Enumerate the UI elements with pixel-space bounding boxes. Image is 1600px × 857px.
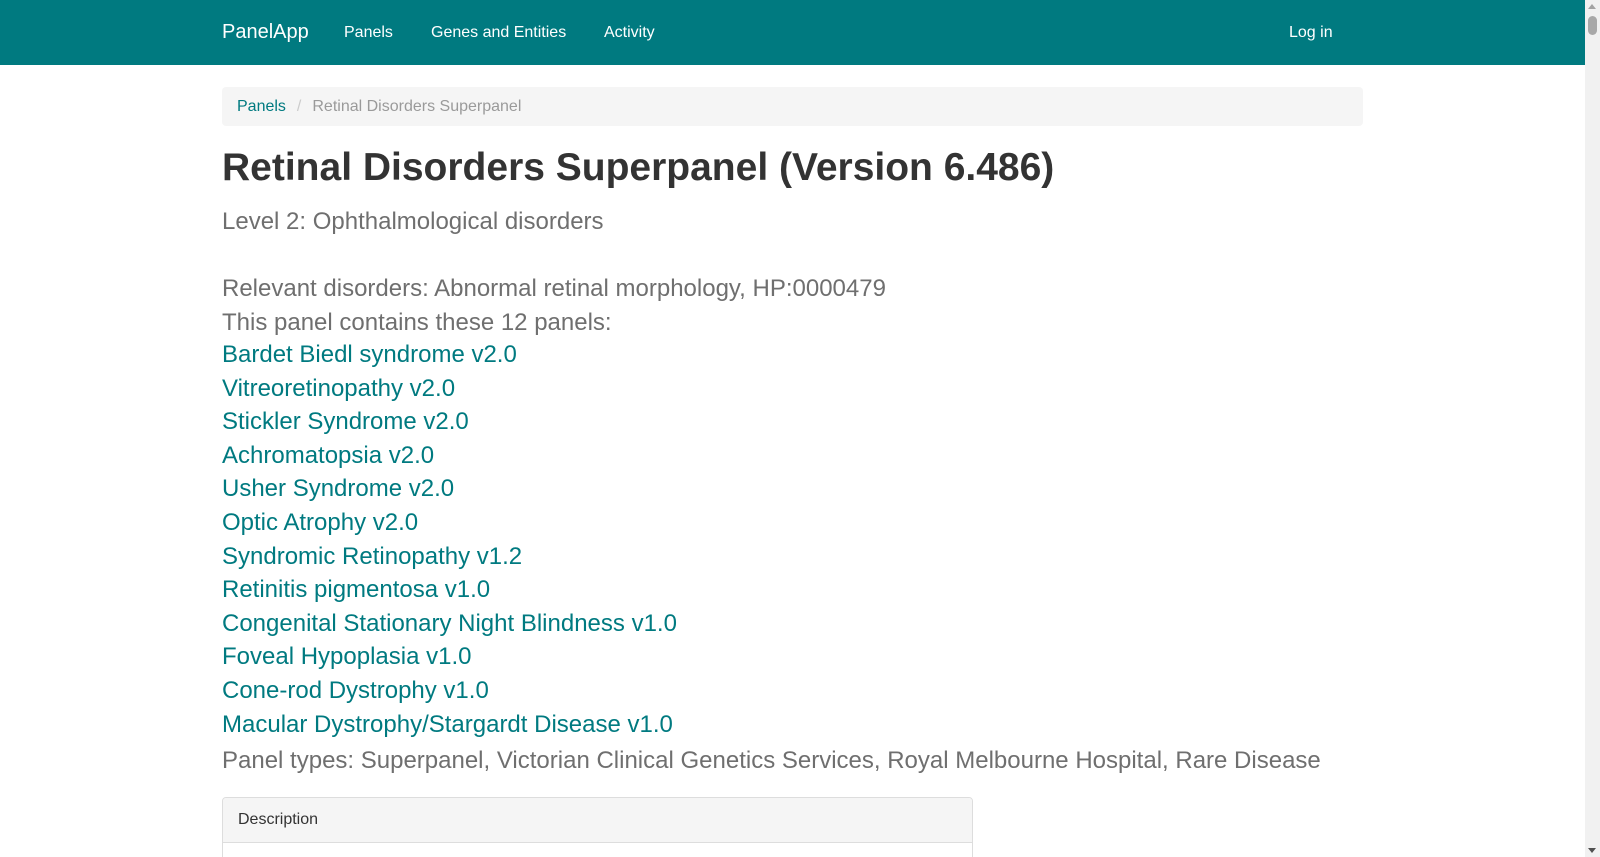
breadcrumb-panels-link[interactable]: Panels bbox=[237, 98, 286, 115]
nav-genes-and-entities[interactable]: Genes and Entities bbox=[431, 24, 566, 42]
child-panel-link[interactable]: Cone-rod Dystrophy v1.0 bbox=[222, 674, 677, 708]
child-panel-link[interactable]: Stickler Syndrome v2.0 bbox=[222, 405, 677, 439]
scroll-up-arrow-icon[interactable] bbox=[1588, 4, 1596, 9]
nav-panels[interactable]: Panels bbox=[344, 24, 393, 42]
panel-count-text: This panel contains these 12 panels: bbox=[222, 309, 612, 336]
child-panel-link[interactable]: Syndromic Retinopathy v1.2 bbox=[222, 540, 677, 574]
description-card: Description bbox=[222, 797, 973, 857]
child-panel-link[interactable]: Foveal Hypoplasia v1.0 bbox=[222, 640, 677, 674]
page-scrollbar[interactable] bbox=[1585, 0, 1600, 857]
nav-activity[interactable]: Activity bbox=[604, 24, 655, 42]
scrollbar-thumb[interactable] bbox=[1588, 16, 1597, 35]
panel-types: Panel types: Superpanel, Victorian Clini… bbox=[222, 747, 1321, 774]
brand-link[interactable]: PanelApp bbox=[222, 21, 309, 44]
login-link[interactable]: Log in bbox=[1289, 24, 1333, 42]
relevant-disorders: Relevant disorders: Abnormal retinal mor… bbox=[222, 275, 886, 302]
breadcrumb: Panels / Retinal Disorders Superpanel bbox=[222, 87, 1363, 126]
panel-level: Level 2: Ophthalmological disorders bbox=[222, 208, 604, 235]
page-title: Retinal Disorders Superpanel (Version 6.… bbox=[222, 146, 1055, 189]
child-panel-link[interactable]: Achromatopsia v2.0 bbox=[222, 439, 677, 473]
child-panel-link[interactable]: Vitreoretinopathy v2.0 bbox=[222, 372, 677, 406]
child-panel-link[interactable]: Congenital Stationary Night Blindness v1… bbox=[222, 607, 677, 641]
description-card-header: Description bbox=[223, 798, 972, 843]
breadcrumb-separator: / bbox=[296, 98, 302, 115]
top-navbar: PanelApp Panels Genes and Entities Activ… bbox=[0, 0, 1585, 65]
child-panel-link[interactable]: Retinitis pigmentosa v1.0 bbox=[222, 573, 677, 607]
child-panel-link[interactable]: Usher Syndrome v2.0 bbox=[222, 472, 677, 506]
child-panel-list: Bardet Biedl syndrome v2.0 Vitreoretinop… bbox=[222, 338, 677, 741]
child-panel-link[interactable]: Macular Dystrophy/Stargardt Disease v1.0 bbox=[222, 708, 677, 742]
scroll-down-arrow-icon[interactable] bbox=[1588, 848, 1596, 853]
child-panel-link[interactable]: Bardet Biedl syndrome v2.0 bbox=[222, 338, 677, 372]
breadcrumb-current: Retinal Disorders Superpanel bbox=[312, 98, 522, 115]
child-panel-link[interactable]: Optic Atrophy v2.0 bbox=[222, 506, 677, 540]
